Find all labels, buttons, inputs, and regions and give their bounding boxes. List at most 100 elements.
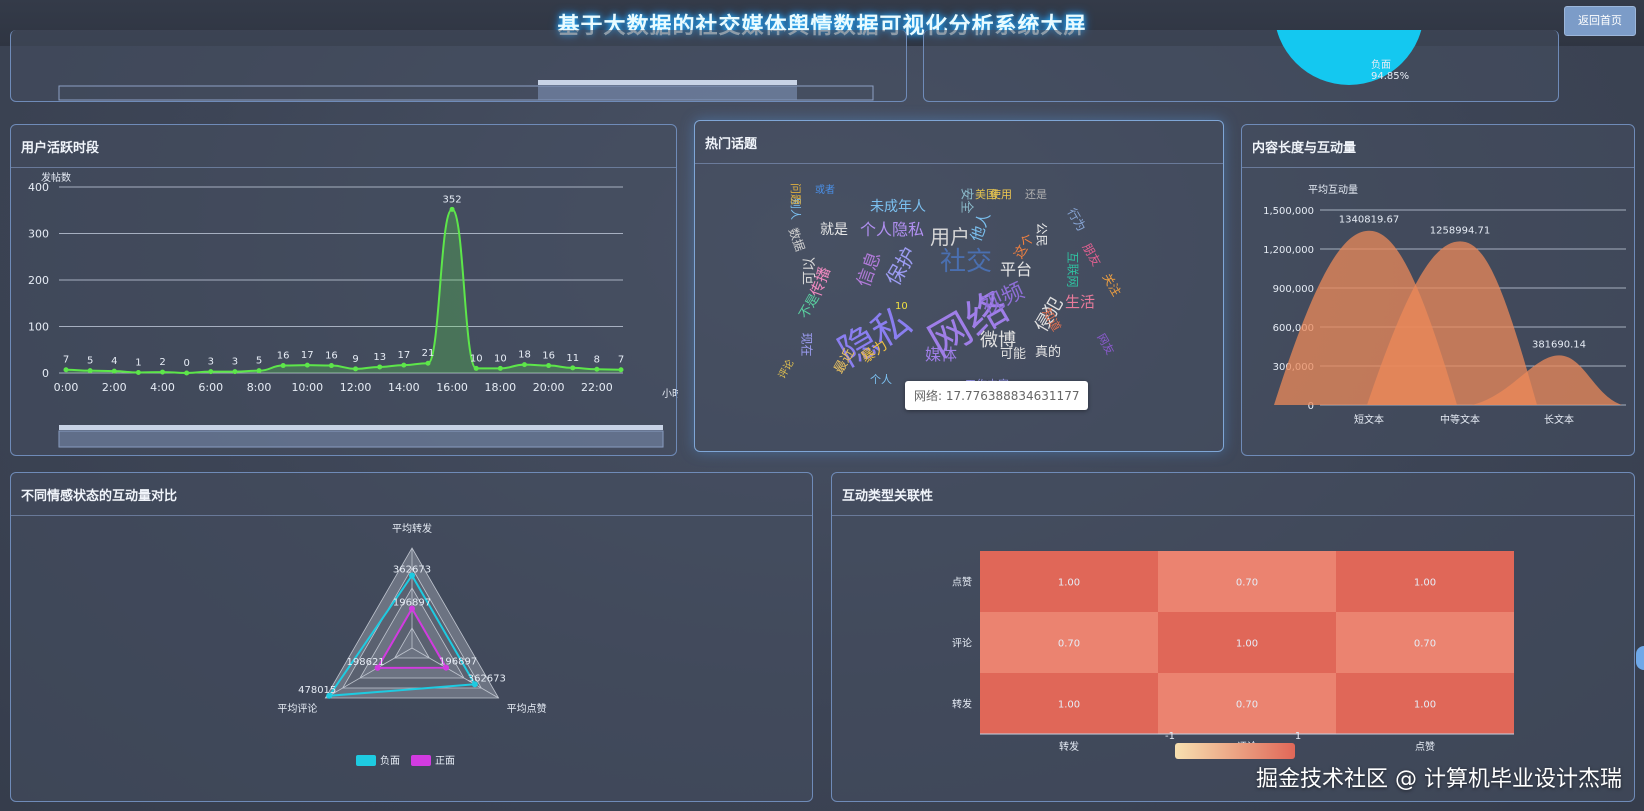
activity-value-label: 7 xyxy=(618,355,624,366)
topic-word[interactable]: 还是 xyxy=(1025,186,1047,202)
radar-value-label: 196897 xyxy=(393,598,431,609)
topic-word[interactable]: 就是 xyxy=(820,219,848,239)
heatmap-panel: 互动类型关联性 点赞 1.00 0.70 1.00 评论 0.70 1.00 0.70 转发 1.… xyxy=(831,472,1635,802)
activity-point xyxy=(353,366,359,372)
topic-word[interactable]: 个人 xyxy=(870,371,892,387)
activity-xtick: 16:00 xyxy=(436,381,468,394)
topic-word[interactable]: 朋友 xyxy=(1079,240,1106,269)
activity-value-label: 9 xyxy=(352,354,358,365)
length-value-label: 1340819.67 xyxy=(1339,215,1399,226)
topic-word[interactable]: 现在 xyxy=(799,332,816,356)
activity-xtick: 20:00 xyxy=(533,381,565,394)
activity-point xyxy=(184,370,190,376)
topic-word[interactable]: 可以 xyxy=(799,257,819,285)
activity-value-label: 5 xyxy=(256,356,262,367)
activity-xtick: 12:00 xyxy=(340,381,372,394)
length-ytick: 1,500,000 xyxy=(1263,206,1314,217)
topics-title: 热门话题 xyxy=(705,137,758,152)
radar-panel: 不同情感状态的互动量对比 平均转发 平均点赞 平均评论 362673 362673 478… xyxy=(10,472,813,802)
length-area-chart[interactable]: 平均互动量 0300,000600,000900,0001,200,0001,5… xyxy=(1242,125,1636,457)
activity-point xyxy=(135,370,141,376)
activity-point xyxy=(304,362,310,368)
activity-value-label: 10 xyxy=(470,353,483,364)
heatmap-col-label: 点赞 xyxy=(1415,740,1435,753)
topic-word[interactable]: 10 xyxy=(895,301,908,312)
topic-word[interactable]: 评论 xyxy=(775,356,797,381)
radar-legend-swatch xyxy=(356,755,376,766)
activity-value-label: 11 xyxy=(566,353,579,364)
activity-value-label: 4 xyxy=(111,356,117,367)
topic-word[interactable]: 信息 xyxy=(850,248,887,291)
topic-word[interactable]: 未成年人 xyxy=(870,196,926,216)
topic-word[interactable]: 真的 xyxy=(1035,341,1061,360)
heatmap-visualmap xyxy=(1175,743,1295,759)
activity-xtick: 8:00 xyxy=(247,381,272,394)
heatmap-cell-label: 1.00 xyxy=(1058,700,1080,711)
activity-value-label: 18 xyxy=(518,350,531,361)
heatmap-range-min: -1 xyxy=(1165,731,1175,742)
radar-value-label: 362673 xyxy=(393,564,431,575)
topic-word[interactable]: 平台 xyxy=(1000,256,1032,280)
topic-word[interactable]: 问题 xyxy=(788,183,804,205)
top-left-datazoom[interactable] xyxy=(11,30,908,102)
activity-point xyxy=(160,369,166,375)
topic-word[interactable]: 美国 xyxy=(975,186,997,202)
length-xtick: 短文本 xyxy=(1354,413,1384,426)
length-ylabel: 平均互动量 xyxy=(1308,184,1358,196)
top-right-panel: 负面 94.85% xyxy=(923,30,1559,102)
topic-word[interactable]: 用户 xyxy=(930,221,970,250)
topic-word[interactable]: 生活 xyxy=(1065,291,1095,312)
topic-word[interactable]: 互联网 xyxy=(1065,251,1082,287)
activity-point xyxy=(449,206,455,212)
activity-value-label: 352 xyxy=(443,194,462,205)
topic-word[interactable]: 他人 xyxy=(965,209,995,244)
scroll-handle[interactable] xyxy=(1636,646,1644,670)
activity-xtick: 0:00 xyxy=(54,381,79,394)
topic-word[interactable]: 关注 xyxy=(1099,270,1125,299)
activity-point xyxy=(63,367,69,373)
activity-xtick: 18:00 xyxy=(484,381,516,394)
radar-legend-label: 正面 xyxy=(435,756,455,767)
topic-word[interactable]: 公民 xyxy=(1034,222,1051,246)
activity-value-label: 1 xyxy=(135,358,141,369)
topic-word[interactable]: 行为 xyxy=(1064,205,1091,234)
activity-xtick: 22:00 xyxy=(581,381,613,394)
topic-word[interactable]: 或者 xyxy=(815,181,835,196)
correlation-heatmap[interactable]: 点赞 1.00 0.70 1.00 评论 0.70 1.00 0.70 转发 1.00 0.70 1.… xyxy=(832,473,1636,803)
heatmap-cell-label: 1.00 xyxy=(1236,639,1258,650)
sentiment-radar-chart[interactable]: 平均转发平均点赞 平均评论 362673 362673 478015 196897 1968… xyxy=(11,473,814,803)
back-home-button[interactable]: 返回首页 xyxy=(1564,6,1636,36)
activity-point xyxy=(618,367,624,373)
topics-panel: 热门话题 网络 隐私 社交 视频 用户 保护 信息 微博 侵犯 个人隐私 未成年人 媒体 平台 生活 就是传… xyxy=(694,120,1224,452)
activity-line-chart[interactable]: 发帖数 小时 01002003004000:00 2:00 4:00 6:00 8:00… xyxy=(11,125,678,457)
length-xtick: 中等文本 xyxy=(1440,413,1480,426)
topic-word[interactable]: 媒体 xyxy=(925,341,957,365)
heatmap-cell-label: 1.00 xyxy=(1414,578,1436,589)
activity-xtick: 6:00 xyxy=(198,381,223,394)
datazoom-window xyxy=(538,86,797,100)
activity-value-label: 17 xyxy=(397,350,410,361)
heatmap-range-max: 1 xyxy=(1295,731,1301,742)
activity-point xyxy=(546,363,552,369)
topic-word[interactable]: 网友 xyxy=(1094,330,1119,357)
topic-word[interactable]: 保护 xyxy=(877,241,922,290)
activity-xunit: 小时 xyxy=(662,388,678,400)
activity-value-label: 7 xyxy=(63,355,69,366)
pie-label-negative: 负面 94.85% xyxy=(1371,60,1410,82)
length-ytick: 1,200,000 xyxy=(1263,245,1314,256)
topic-word[interactable]: 数据 xyxy=(785,225,809,253)
topic-word[interactable]: 个人隐私 xyxy=(860,216,924,240)
length-xtick: 长文本 xyxy=(1544,413,1574,426)
heatmap-cell-label: 0.70 xyxy=(1236,578,1258,589)
activity-point xyxy=(594,366,600,372)
topic-word[interactable]: 可能 xyxy=(1000,343,1026,362)
activity-point xyxy=(111,368,117,374)
heatmap-row-label: 转发 xyxy=(952,698,972,711)
activity-value-label: 13 xyxy=(373,352,386,363)
activity-point xyxy=(280,363,286,369)
activity-value-label: 3 xyxy=(232,357,238,368)
activity-point xyxy=(401,362,407,368)
activity-panel: 用户活跃时段 发帖数 小时 0 100 200 300 400 0:00 2:00 4:00 6… xyxy=(10,124,678,457)
activity-value-label: 10 xyxy=(494,353,507,364)
activity-value-label: 21 xyxy=(422,348,435,359)
